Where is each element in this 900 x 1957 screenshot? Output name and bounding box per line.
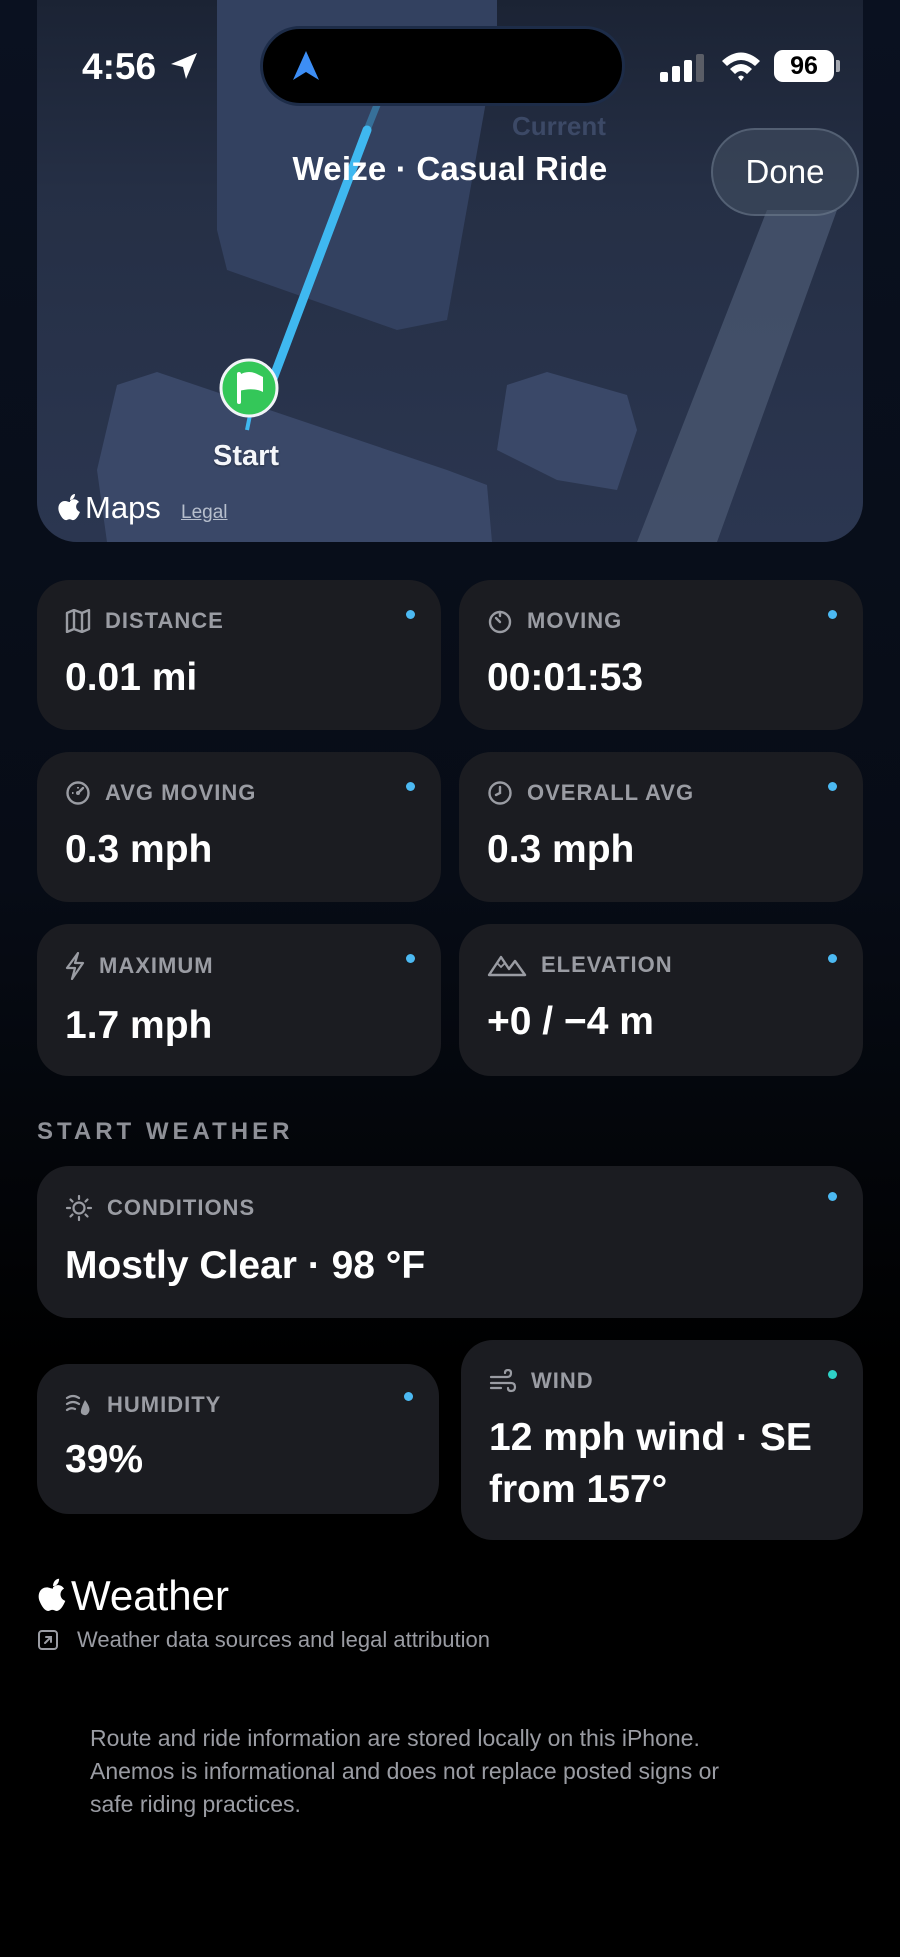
battery-level: 96: [774, 50, 834, 82]
bolt-icon: [65, 952, 85, 980]
avg-moving-label: AVG MOVING: [105, 780, 257, 805]
wind-value: 12 mph wind · SE from 157°: [489, 1412, 812, 1516]
cellular-signal-icon: [660, 54, 706, 82]
humidity-icon: [65, 1392, 93, 1418]
humidity-value: 39%: [65, 1438, 144, 1481]
humidity-label: HUMIDITY: [107, 1392, 222, 1417]
battery-cap: [836, 60, 840, 72]
weather-brand-text: Weather: [71, 1572, 229, 1619]
avg-moving-card[interactable]: AVG MOVING 0.3 mph: [37, 752, 441, 902]
mountains-icon: [487, 953, 527, 977]
wind-label: WIND: [531, 1368, 594, 1393]
weather-attribution-link[interactable]: Weather data sources and legal attributi…: [37, 1627, 490, 1653]
moving-label: MOVING: [527, 608, 623, 633]
disclaimer-line: Route and ride information are stored lo…: [90, 1725, 700, 1751]
legal-link[interactable]: Legal: [181, 502, 228, 524]
location-arrow-icon: [168, 50, 200, 82]
map-building: [497, 372, 637, 490]
dynamic-island[interactable]: [260, 26, 625, 106]
map-icon: [65, 609, 91, 633]
sun-icon: [65, 1194, 93, 1222]
speedometer-icon: [65, 780, 91, 806]
elevation-label: ELEVATION: [541, 952, 673, 977]
status-dot: [828, 610, 837, 619]
conditions-value: Mostly Clear · 98 °F: [65, 1244, 426, 1287]
conditions-card[interactable]: CONDITIONS Mostly Clear · 98 °F: [37, 1166, 863, 1318]
conditions-label: CONDITIONS: [107, 1195, 256, 1220]
moving-value: 00:01:53: [487, 656, 644, 699]
wind-value-speed: 12 mph wind · SE: [489, 1416, 812, 1459]
status-dot: [406, 610, 415, 619]
avg-moving-value: 0.3 mph: [65, 828, 213, 871]
svg-text:Current: Current: [512, 111, 606, 141]
wind-value-direction: from 157°: [489, 1468, 668, 1511]
privacy-disclaimer: Route and ride information are stored lo…: [90, 1722, 830, 1821]
disclaimer-line: Anemos is informational and does not rep…: [90, 1758, 720, 1784]
start-weather-header: START WEATHER: [37, 1118, 294, 1145]
apple-weather-logo: Weather: [37, 1572, 229, 1620]
status-dot: [828, 1192, 837, 1201]
apple-logo-icon: [57, 493, 83, 523]
maximum-label: MAXIMUM: [99, 953, 214, 978]
timer-icon: [487, 608, 513, 634]
status-time: 4:56: [82, 46, 157, 87]
maximum-card[interactable]: MAXIMUM 1.7 mph: [37, 924, 441, 1076]
apple-maps-logo: Maps: [57, 490, 161, 526]
attribution-text: Weather data sources and legal attributi…: [77, 1627, 490, 1652]
status-dot: [828, 1370, 837, 1379]
wind-card[interactable]: WIND 12 mph wind · SE from 157°: [461, 1340, 863, 1540]
elevation-card[interactable]: ELEVATION +0 / −4 m: [459, 924, 863, 1076]
wifi-icon: [720, 50, 762, 82]
status-dot: [404, 1392, 413, 1401]
distance-value: 0.01 mi: [65, 656, 198, 699]
map-road: [637, 210, 837, 542]
overall-avg-value: 0.3 mph: [487, 828, 635, 871]
start-label: Start: [213, 440, 280, 472]
status-dot: [406, 954, 415, 963]
done-button[interactable]: Done: [711, 128, 859, 216]
clock-icon: [487, 780, 513, 806]
moving-card[interactable]: MOVING 00:01:53: [459, 580, 863, 730]
distance-label: DISTANCE: [105, 608, 224, 633]
disclaimer-line: safe riding practices.: [90, 1791, 301, 1817]
wind-icon: [489, 1369, 517, 1393]
apple-logo-icon: [37, 1577, 69, 1615]
maps-brand-text: Maps: [85, 490, 161, 525]
overall-avg-label: OVERALL AVG: [527, 780, 695, 805]
external-link-icon: [37, 1629, 59, 1651]
humidity-card[interactable]: HUMIDITY 39%: [37, 1364, 439, 1514]
overall-avg-card[interactable]: OVERALL AVG 0.3 mph: [459, 752, 863, 902]
elevation-value: +0 / −4 m: [487, 1000, 654, 1043]
distance-card[interactable]: DISTANCE 0.01 mi: [37, 580, 441, 730]
status-dot: [828, 782, 837, 791]
status-dot: [406, 782, 415, 791]
status-dot: [828, 954, 837, 963]
maximum-value: 1.7 mph: [65, 1004, 213, 1047]
navigation-arrow-icon: [291, 49, 321, 83]
